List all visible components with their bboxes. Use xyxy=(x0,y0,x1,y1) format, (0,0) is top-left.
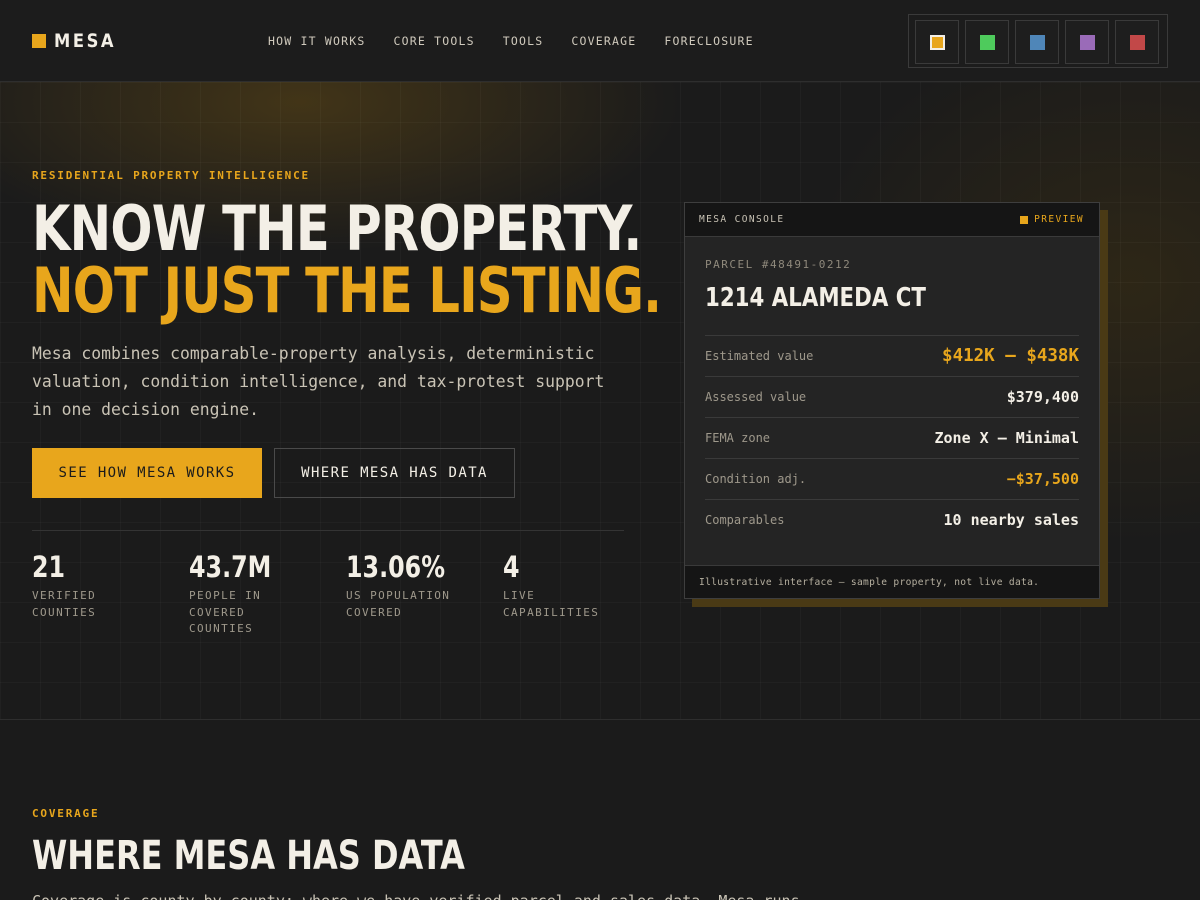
hero-lede: Mesa combines comparable-property analys… xyxy=(32,344,605,419)
stat-label: PEOPLE IN COVERED COUNTIES xyxy=(189,589,262,635)
hero-headline-line2: NOT JUST THE LISTING. xyxy=(32,254,662,327)
detail-label: Assessed value xyxy=(705,390,807,404)
detail-label: FEMA zone xyxy=(705,431,771,445)
theme-swatch-blue[interactable] xyxy=(1015,20,1059,64)
swatch-blue-icon xyxy=(1029,34,1045,50)
detail-row-comparables: Comparables 10 nearby sales xyxy=(705,499,1079,540)
detail-value: Zone X — Minimal xyxy=(934,429,1080,447)
detail-row-assessed-value: Assessed value $379,400 xyxy=(705,376,1079,417)
property-details: Estimated value $412K – $438K Assessed v… xyxy=(705,335,1079,540)
theme-swatch-purple[interactable] xyxy=(1065,20,1109,64)
swatch-purple-icon xyxy=(1079,34,1095,50)
theme-swatch-green[interactable] xyxy=(965,20,1009,64)
detail-value: 10 nearby sales xyxy=(943,511,1079,529)
nav-link-foreclosure[interactable]: FORECLOSURE xyxy=(664,34,753,48)
stat-people-covered: 43.7M PEOPLE IN COVERED COUNTIES xyxy=(189,550,339,638)
nav-link-core-tools[interactable]: CORE TOOLS xyxy=(393,34,474,48)
preview-dot-icon xyxy=(1020,215,1029,224)
where-mesa-has-data-button[interactable]: WHERE MESA HAS DATA xyxy=(274,448,515,498)
preview-badge-label: PREVIEW xyxy=(1034,214,1084,225)
console-title: MESA CONSOLE xyxy=(699,214,785,225)
stat-value: 4 xyxy=(503,550,520,584)
coverage-title: WHERE MESA HAS DATA xyxy=(32,833,465,879)
stat-label: VERIFIED COUNTIES xyxy=(32,589,97,619)
stat-value: 13.06% xyxy=(346,550,446,584)
swatch-green-icon xyxy=(979,34,995,50)
detail-row-fema-zone: FEMA zone Zone X — Minimal xyxy=(705,417,1079,458)
stat-verified-counties: 21 VERIFIED COUNTIES xyxy=(32,550,182,621)
detail-label: Condition adj. xyxy=(705,472,807,486)
console-footer-note: Illustrative interface — sample property… xyxy=(699,577,1040,588)
property-address: 1214 ALAMEDA CT xyxy=(705,283,926,313)
top-nav: MESA HOW IT WORKS CORE TOOLS TOOLS COVER… xyxy=(0,0,1200,82)
hero-eyebrow: RESIDENTIAL PROPERTY INTELLIGENCE xyxy=(32,169,310,182)
nav-link-coverage[interactable]: COVERAGE xyxy=(571,34,636,48)
hero-section: RESIDENTIAL PROPERTY INTELLIGENCE KNOW T… xyxy=(0,82,1200,720)
stat-population-covered: 13.06% US POPULATION COVERED xyxy=(346,550,496,621)
stat-label: US POPULATION COVERED xyxy=(346,589,451,619)
swatch-amber-icon xyxy=(929,34,945,50)
coverage-eyebrow: COVERAGE xyxy=(32,807,100,820)
logo-text: MESA xyxy=(54,30,117,52)
theme-swatch-red[interactable] xyxy=(1115,20,1159,64)
stat-live-capabilities: 4 LIVE CAPABILITIES xyxy=(503,550,653,621)
hero-headline-line1: KNOW THE PROPERTY. xyxy=(32,192,642,265)
nav-link-tools[interactable]: TOOLS xyxy=(503,34,544,48)
nav-link-how-it-works[interactable]: HOW IT WORKS xyxy=(268,34,365,48)
console-card: MESA CONSOLE PREVIEW PARCEL #48491-0212 … xyxy=(684,202,1100,599)
stat-value: 21 xyxy=(32,550,66,584)
console-footer: Illustrative interface — sample property… xyxy=(685,565,1099,598)
swatch-red-icon xyxy=(1129,34,1145,50)
logo[interactable]: MESA xyxy=(32,30,126,52)
stat-value: 43.7M xyxy=(189,550,272,584)
detail-label: Comparables xyxy=(705,513,785,527)
detail-value: −$37,500 xyxy=(1006,470,1079,488)
stat-label: LIVE CAPABILITIES xyxy=(503,589,600,619)
detail-label: Estimated value xyxy=(705,349,814,363)
coverage-lede: Coverage is county-by-county: where we h… xyxy=(32,892,809,900)
detail-value: $412K – $438K xyxy=(942,346,1079,366)
nav-links: HOW IT WORKS CORE TOOLS TOOLS COVERAGE F… xyxy=(268,34,754,48)
logo-mark-icon xyxy=(32,34,46,48)
theme-swatch-amber[interactable] xyxy=(915,20,959,64)
stats-divider xyxy=(32,530,624,531)
detail-value: $379,400 xyxy=(1006,388,1079,406)
see-how-mesa-works-button[interactable]: SEE HOW MESA WORKS xyxy=(32,448,262,498)
console-header: MESA CONSOLE PREVIEW xyxy=(685,203,1099,237)
parcel-id: PARCEL #48491-0212 xyxy=(705,258,852,271)
preview-badge: PREVIEW xyxy=(1020,214,1084,225)
detail-row-condition-adj: Condition adj. −$37,500 xyxy=(705,458,1079,499)
detail-row-estimated-value: Estimated value $412K – $438K xyxy=(705,335,1079,376)
theme-swatch-picker xyxy=(908,14,1168,68)
